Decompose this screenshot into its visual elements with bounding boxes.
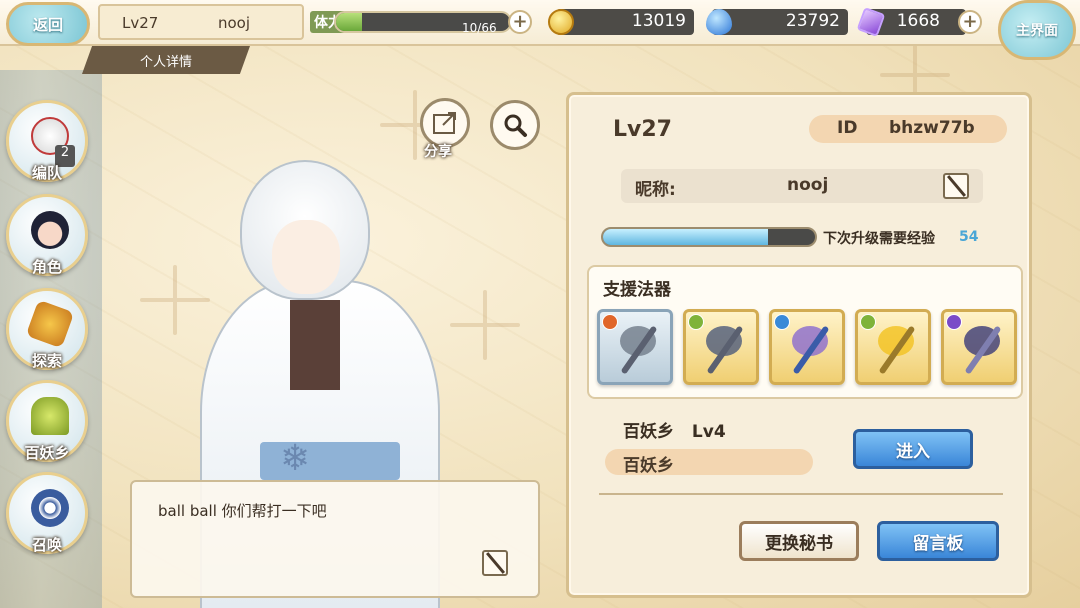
village-level: Lv4 [691, 422, 726, 442]
support-title: 支援法器 [603, 280, 671, 300]
share-label: 分享 [424, 144, 452, 160]
village-name: 百妖乡 [623, 422, 674, 442]
artifact-slot-1[interactable] [597, 309, 673, 385]
nav-label: 召唤 [31, 536, 62, 554]
nav-label: 编队 [31, 164, 62, 182]
explore-icon [25, 299, 75, 349]
stamina-fill [336, 13, 363, 31]
artifact-slot-2[interactable] [683, 309, 759, 385]
nav-character[interactable]: 角色 [6, 194, 88, 276]
edit-nickname-icon[interactable] [943, 173, 969, 199]
nav-label: 角色 [31, 258, 62, 276]
enter-village-button[interactable]: 进入 [853, 429, 973, 469]
message-board-button[interactable]: 留言板 [877, 521, 999, 561]
signature-text: ball ball 你们帮打一下吧 [158, 502, 327, 520]
exp-value: 54 [959, 229, 979, 245]
panel-divider [599, 493, 1003, 495]
search-icon [504, 114, 527, 137]
fire-element-icon [602, 314, 618, 330]
gold-coin-icon [548, 9, 574, 35]
soul-flame-icon [706, 9, 732, 35]
id-value: bhzw77b [889, 118, 975, 138]
character-icon [31, 211, 69, 249]
dark-element-icon [946, 314, 962, 330]
exp-label: 下次升级需要经验 [823, 231, 935, 247]
nickname-value: nooj [787, 175, 829, 195]
village-icon [31, 397, 69, 435]
top-bar: 返回 Lv27 nooj 体力 10/66 + 13019 23792 1668… [0, 0, 1080, 60]
edit-signature-icon[interactable] [482, 550, 508, 576]
player-level: Lv27 [122, 14, 159, 32]
nav-explore[interactable]: 探索 [6, 288, 88, 370]
character-face [272, 220, 340, 294]
nav-summon[interactable]: 召唤 [6, 472, 88, 554]
back-button[interactable]: 返回 [6, 2, 90, 46]
player-id-pill: ID bhzw77b [809, 115, 1007, 143]
profile-bar[interactable]: Lv27 nooj [98, 4, 304, 40]
artifact-slot-3[interactable] [769, 309, 845, 385]
village-title: 百妖乡 Lv4 [623, 417, 726, 442]
village-pill: 百妖乡 [605, 449, 813, 476]
nav-team[interactable]: 2 编队 [6, 100, 88, 182]
stamina-value: 10/66 [462, 21, 497, 35]
speech-bubble: ball ball 你们帮打一下吧 [130, 480, 540, 598]
soul-counter: 23792 [712, 9, 848, 35]
support-artifacts: 支援法器 [587, 265, 1023, 399]
home-button[interactable]: 主界面 [998, 0, 1076, 60]
summon-icon [31, 489, 69, 527]
add-crystal-button[interactable]: + [958, 10, 982, 34]
share-icon [433, 112, 456, 134]
profile-detail-tab[interactable]: 个人详情 [82, 46, 250, 74]
id-label: ID [837, 118, 858, 138]
gold-counter: 13019 [556, 9, 694, 35]
exp-fill [603, 229, 769, 245]
zoom-button[interactable] [490, 100, 540, 150]
change-secretary-button[interactable]: 更换秘书 [739, 521, 859, 561]
profile-panel: Lv27 ID bhzw77b 昵称: nooj 下次升级需要经验 54 支援法… [566, 92, 1032, 598]
panel-level: Lv27 [613, 117, 672, 142]
artifact-slot-4[interactable] [855, 309, 931, 385]
wind-element-icon [688, 314, 704, 330]
add-stamina-button[interactable]: + [508, 10, 532, 34]
wind-element-icon [860, 314, 876, 330]
exp-bar [601, 227, 817, 247]
nav-label: 探索 [31, 352, 62, 370]
player-name: nooj [218, 14, 251, 32]
character-inner-shirt [290, 300, 340, 390]
nav-village[interactable]: 百妖乡 [6, 380, 88, 462]
nickname-label: 昵称: [635, 180, 676, 200]
nickname-row: 昵称: nooj [621, 169, 983, 203]
artifact-slot-5[interactable] [941, 309, 1017, 385]
nav-label: 百妖乡 [24, 444, 70, 462]
water-element-icon [774, 314, 790, 330]
snowflake-ornament: ❄ [280, 438, 311, 479]
